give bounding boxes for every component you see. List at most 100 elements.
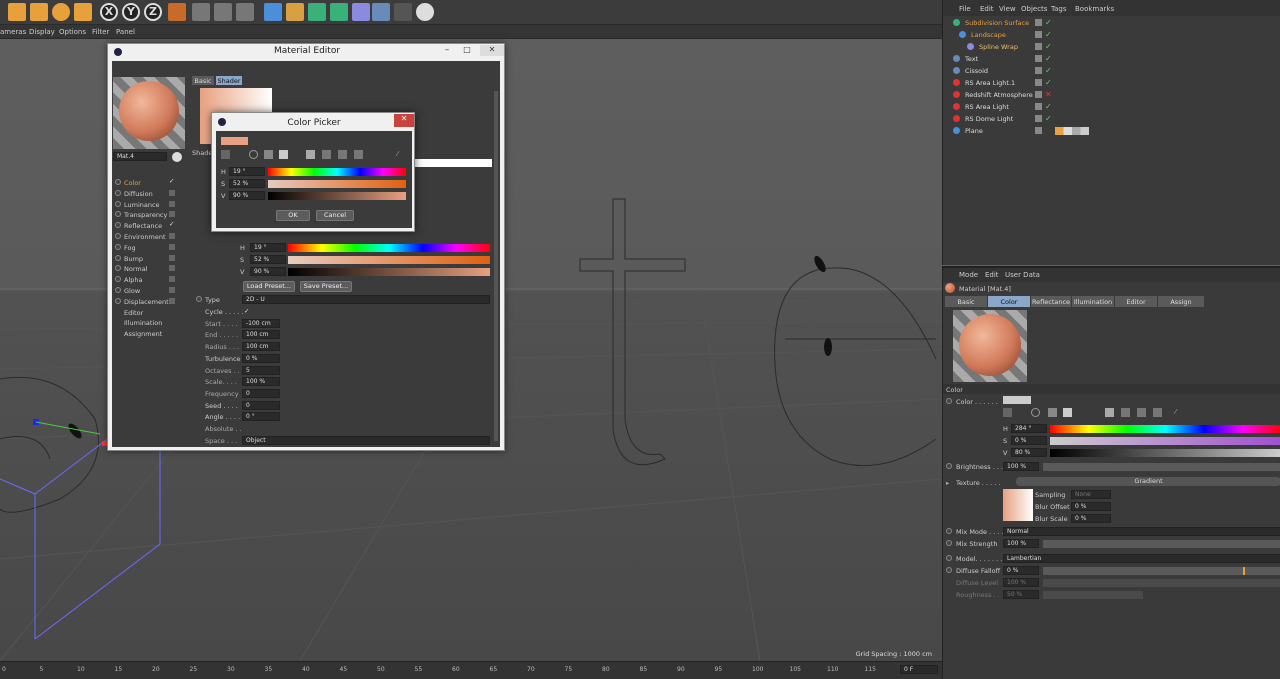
swatches-icon[interactable] [354, 150, 363, 159]
tab-illumination[interactable]: Illumination [1072, 296, 1114, 307]
enabled-check-icon[interactable]: ✓ [1045, 102, 1052, 111]
close-button[interactable]: ✕ [394, 114, 414, 127]
cloner-icon[interactable] [330, 3, 348, 21]
load-preset-button[interactable]: Load Preset... [243, 281, 295, 292]
hue-field[interactable]: 19 ° [229, 167, 265, 176]
select-tool-icon[interactable] [74, 3, 92, 21]
deformer-icon[interactable] [352, 3, 370, 21]
tab-basic[interactable]: Basic [192, 76, 214, 85]
menu-tags[interactable]: Tags [1051, 5, 1067, 13]
channel-radio[interactable] [115, 222, 121, 229]
hue-slider[interactable] [268, 168, 406, 176]
color-swatch[interactable] [1003, 396, 1031, 404]
material-tags-icon[interactable] [1055, 127, 1089, 135]
hue-slider[interactable] [288, 244, 490, 252]
expand-arrow-icon[interactable]: ▸ [946, 479, 949, 487]
floor-icon[interactable] [372, 3, 390, 21]
menu-edit[interactable]: Edit [980, 5, 994, 13]
type-dropdown[interactable]: 2D - U [242, 295, 490, 304]
value-slider[interactable] [1050, 449, 1280, 457]
enabled-check-icon[interactable]: ✓ [1045, 30, 1052, 39]
channel-checkbox[interactable] [169, 211, 175, 218]
spectrum-icon[interactable] [1031, 408, 1040, 417]
menu-objects[interactable]: Objects [1021, 5, 1047, 13]
object-row-rs-area-light[interactable]: RS Area Light ✓ [943, 101, 1280, 113]
tab-color[interactable]: Color [988, 296, 1030, 307]
channel-radio[interactable] [115, 243, 121, 250]
menu-mode[interactable]: Mode [959, 271, 978, 279]
disabled-x-icon[interactable]: ✕ [1045, 90, 1052, 99]
spectrum-icon[interactable] [249, 150, 258, 159]
mix-mode-dropdown[interactable]: Normal [1003, 527, 1280, 536]
tab-reflectance[interactable]: Reflectance [1031, 296, 1071, 307]
tab-editor[interactable]: Editor [1115, 296, 1157, 307]
enabled-check-icon[interactable]: ✓ [1045, 66, 1052, 75]
tab-assign[interactable]: Assign [1158, 296, 1204, 307]
channel-checkbox[interactable] [169, 254, 175, 261]
eyedropper-icon[interactable]: ⁄ [397, 150, 406, 159]
keyframe-dot[interactable] [946, 567, 952, 573]
channel-radio[interactable] [115, 276, 121, 283]
value-slider[interactable] [288, 268, 490, 276]
save-preset-button[interactable]: Save Preset... [300, 281, 352, 292]
channel-checkbox[interactable] [169, 265, 175, 272]
axis-x-button[interactable]: X [100, 3, 118, 21]
saturation-field[interactable]: 0 % [1011, 436, 1047, 445]
brightness-field[interactable]: 100 % [1003, 462, 1039, 471]
minimize-button[interactable]: – [440, 45, 454, 57]
wheel-icon[interactable] [221, 150, 230, 159]
menu-view[interactable]: View [999, 5, 1016, 13]
visibility-toggle[interactable] [1035, 115, 1042, 122]
close-button[interactable]: ✕ [480, 45, 504, 56]
saturation-slider[interactable] [1050, 437, 1280, 445]
enabled-check-icon[interactable]: ✓ [1045, 18, 1052, 27]
gradient-preview[interactable] [1003, 489, 1033, 521]
menu-bookmarks[interactable]: Bookmarks [1075, 5, 1114, 13]
move-tool-icon[interactable] [8, 3, 26, 21]
diffuse-falloff-field[interactable]: 0 % [1003, 566, 1039, 575]
mixer-icon[interactable] [338, 150, 347, 159]
sampling-dropdown[interactable]: None [1071, 490, 1111, 499]
menu-display[interactable]: Display [29, 28, 55, 36]
scrollbar[interactable] [494, 91, 498, 441]
channel-checkbox[interactable] [169, 200, 175, 207]
hue-slider[interactable] [1050, 425, 1280, 433]
object-row-redshift-atmosphere[interactable]: Redshift Atmosphere ✕ [943, 89, 1280, 101]
object-row-rs-dome-light[interactable]: RS Dome Light ✓ [943, 113, 1280, 125]
visibility-toggle[interactable] [1035, 43, 1042, 50]
menu-edit[interactable]: Edit [985, 271, 999, 279]
menu-file[interactable]: File [959, 5, 971, 13]
edit-render-settings-icon[interactable] [236, 3, 254, 21]
channel-radio[interactable] [115, 265, 121, 272]
param-field[interactable]: Object [242, 435, 490, 445]
material-options-icon[interactable] [172, 152, 182, 162]
blur-offset-field[interactable]: 0 % [1071, 502, 1111, 511]
keyframe-dot[interactable] [946, 528, 952, 534]
brightness-slider[interactable] [1043, 463, 1280, 471]
menu-panel[interactable]: Panel [116, 28, 135, 36]
keyframe-dot[interactable] [946, 463, 952, 469]
visibility-toggle[interactable] [1035, 79, 1042, 86]
enabled-check-icon[interactable]: ✓ [1045, 42, 1052, 51]
blur-scale-field[interactable]: 0 % [1071, 514, 1111, 523]
value-field[interactable]: 90 % [229, 191, 265, 200]
visibility-toggle[interactable] [1035, 19, 1042, 26]
channel-radio[interactable] [115, 179, 121, 185]
keyframe-dot[interactable] [196, 296, 202, 302]
diffuse-falloff-slider[interactable] [1043, 567, 1280, 575]
current-frame-field[interactable]: 0 F [900, 665, 938, 674]
channel-checkbox[interactable] [169, 297, 175, 304]
saturation-field[interactable]: 52 % [250, 255, 286, 264]
object-row-rs-area-light-1[interactable]: RS Area Light.1 ✓ [943, 77, 1280, 89]
rgb-icon[interactable] [1063, 408, 1072, 417]
param-field[interactable]: 100 % [242, 377, 280, 387]
object-row-cissoid[interactable]: Cissoid ✓ [943, 65, 1280, 77]
cycle-check-icon[interactable]: ✓ [244, 307, 249, 315]
saturation-slider[interactable] [288, 256, 490, 264]
channel-radio[interactable] [115, 200, 121, 207]
rgb-icon[interactable] [279, 150, 288, 159]
axis-z-button[interactable]: Z [144, 3, 162, 21]
menu-options[interactable]: Options [59, 28, 86, 36]
cancel-button[interactable]: Cancel [316, 210, 354, 221]
param-field[interactable]: 0 ° [242, 412, 280, 422]
